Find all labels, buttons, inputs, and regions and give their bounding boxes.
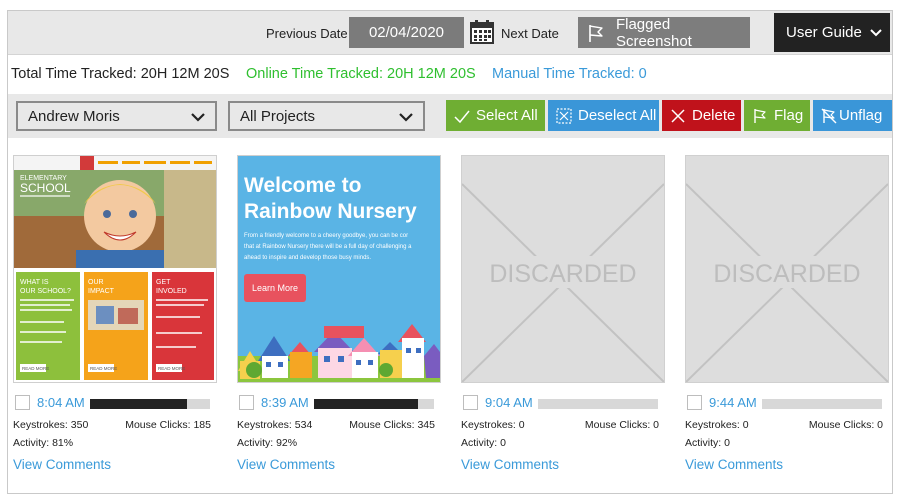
read-more-label-2: READ MORE (90, 366, 117, 371)
mouse-clicks-count: Mouse Clicks: 345 (349, 419, 435, 431)
screenshot-time: 8:04 AM (37, 395, 85, 410)
screenshot-thumbnail[interactable]: DISCARDED (685, 155, 889, 383)
activity-bar-fill (314, 399, 419, 409)
user-guide-label: User Guide (786, 24, 862, 41)
learn-more-button-label: Learn More (252, 283, 298, 293)
screenshot-card: DISCARDED 9:44 AM Keystrokes: 0 Mouse Cl… (685, 155, 889, 474)
chevron-down-icon (399, 113, 413, 122)
next-date-link[interactable]: Next Date (501, 26, 559, 41)
read-more-label-3: READ MORE (158, 366, 185, 371)
screenshot-thumbnail[interactable]: Welcome to Rainbow Nursery From a friend… (237, 155, 441, 383)
chevron-down-icon (870, 28, 882, 36)
nursery-headline-1: Welcome to (244, 174, 361, 197)
date-toolbar: Previous Date Next Date Flagged Screensh… (8, 11, 892, 55)
online-time-tracked: Online Time Tracked: 20H 12M 20S (246, 66, 476, 82)
discarded-label: DISCARDED (489, 260, 636, 288)
deselect-icon (556, 107, 572, 124)
screenshot-time: 8:39 AM (261, 395, 309, 410)
screenshot-time: 9:44 AM (709, 395, 757, 410)
screenshot-checkbox[interactable] (239, 395, 254, 410)
discarded-label: DISCARDED (713, 260, 860, 288)
calendar-icon[interactable] (470, 20, 494, 44)
project-select-value: All Projects (240, 107, 316, 125)
activity-percent: Activity: 0 (685, 437, 730, 449)
activity-bar-fill (90, 399, 188, 409)
select-all-label: Select All (476, 107, 538, 124)
mouse-clicks-count: Mouse Clicks: 0 (584, 419, 659, 431)
screenshot-checkbox[interactable] (687, 395, 702, 410)
box2-line2: IMPACT (88, 288, 115, 295)
total-time-tracked: Total Time Tracked: 20H 12M 20S (11, 66, 230, 82)
box3-line1: GET (156, 279, 171, 286)
user-guide-button[interactable]: User Guide (774, 13, 890, 52)
keystrokes-count: Keystrokes: 0 (685, 419, 749, 431)
flag-button[interactable]: Flag (744, 100, 810, 131)
delete-button[interactable]: Delete (662, 100, 741, 131)
time-tracker-panel: Previous Date Next Date Flagged Screensh… (7, 10, 893, 494)
nursery-headline-2: Rainbow Nursery (244, 200, 417, 223)
close-icon (671, 108, 685, 123)
mouse-clicks-count: Mouse Clicks: 0 (808, 419, 883, 431)
screenshot-checkbox[interactable] (15, 395, 30, 410)
nursery-body-1: From a friendly welcome to a cheery good… (244, 233, 408, 239)
chevron-down-icon (191, 113, 205, 122)
nursery-website-image: Welcome to Rainbow Nursery From a friend… (238, 156, 440, 382)
time-totals: Total Time Tracked: 20H 12M 20S Online T… (8, 63, 892, 87)
box2-line1: OUR (88, 279, 104, 286)
nursery-body-2: that at Rainbow Nursery there will be a … (244, 244, 412, 250)
screenshot-card: ELEMENTARY SCHOOL WHAT IS OUR SCHOOL? OU… (13, 155, 217, 474)
unflag-button[interactable]: Unflag (813, 100, 892, 131)
discarded-placeholder-image: DISCARDED (462, 156, 664, 382)
activity-bar (314, 399, 434, 409)
screenshot-card: DISCARDED 9:04 AM Keystrokes: 0 Mouse Cl… (461, 155, 665, 474)
check-icon (454, 110, 470, 123)
box3-line2: INVOLED (156, 288, 187, 295)
flag-icon (589, 24, 603, 42)
manual-time-tracked: Manual Time Tracked: 0 (492, 66, 647, 82)
unflag-label: Unflag (839, 107, 883, 124)
screenshot-thumbnail[interactable]: DISCARDED (461, 155, 665, 383)
deselect-all-button[interactable]: Deselect All (548, 100, 659, 131)
discarded-placeholder-image: DISCARDED (686, 156, 888, 382)
activity-percent: Activity: 81% (13, 437, 74, 449)
activity-bar (538, 399, 658, 409)
flag-label: Flag (774, 107, 804, 124)
read-more-label-1: READ MORE (22, 366, 49, 371)
filter-toolbar: Andrew Moris All Projects Select All Des… (8, 94, 892, 138)
box1-line1: WHAT IS (20, 279, 49, 286)
activity-percent: Activity: 92% (237, 437, 298, 449)
school-title-line2: SCHOOL (20, 181, 71, 195)
previous-date-link[interactable]: Previous Date (266, 26, 348, 41)
flagged-screenshot-button[interactable]: Flagged Screenshot (578, 15, 750, 50)
mouse-clicks-count: Mouse Clicks: 185 (125, 419, 211, 431)
school-website-image: ELEMENTARY SCHOOL WHAT IS OUR SCHOOL? OU… (14, 156, 216, 382)
box1-line2: OUR SCHOOL? (20, 288, 71, 295)
screenshot-card: Welcome to Rainbow Nursery From a friend… (237, 155, 441, 474)
select-all-button[interactable]: Select All (446, 100, 545, 131)
activity-bar (90, 399, 210, 409)
project-select[interactable]: All Projects (228, 101, 425, 131)
view-comments-link[interactable]: View Comments (461, 457, 559, 472)
user-select-value: Andrew Moris (28, 107, 120, 125)
keystrokes-count: Keystrokes: 0 (461, 419, 525, 431)
date-input[interactable] (349, 17, 464, 48)
view-comments-link[interactable]: View Comments (685, 457, 783, 472)
flag-icon (754, 108, 766, 123)
screenshot-thumbnail[interactable]: ELEMENTARY SCHOOL WHAT IS OUR SCHOOL? OU… (13, 155, 217, 383)
keystrokes-count: Keystrokes: 350 (13, 419, 89, 431)
keystrokes-count: Keystrokes: 534 (237, 419, 313, 431)
deselect-all-label: Deselect All (578, 107, 657, 124)
activity-percent: Activity: 0 (461, 437, 506, 449)
user-select[interactable]: Andrew Moris (16, 101, 217, 131)
unflag-icon (821, 108, 837, 123)
view-comments-link[interactable]: View Comments (237, 457, 335, 472)
screenshot-checkbox[interactable] (463, 395, 478, 410)
screenshot-time: 9:04 AM (485, 395, 533, 410)
flagged-screenshot-label: Flagged Screenshot (615, 15, 692, 50)
delete-label: Delete (692, 107, 736, 124)
activity-bar (762, 399, 882, 409)
nursery-body-3: ahead to inspire and develop those busy … (244, 255, 371, 261)
view-comments-link[interactable]: View Comments (13, 457, 111, 472)
